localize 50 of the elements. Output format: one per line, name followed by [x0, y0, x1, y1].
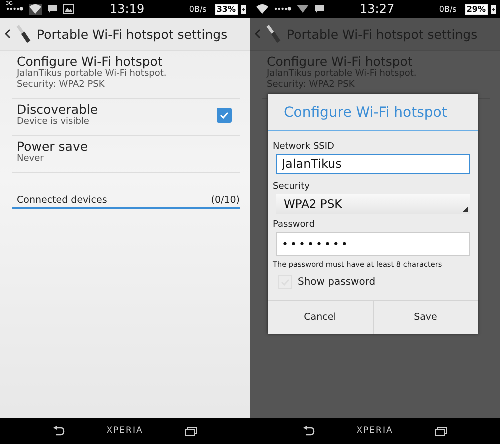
clock: 13:27 [360, 2, 395, 16]
checkbox[interactable] [217, 108, 232, 122]
back-icon[interactable] [302, 426, 315, 436]
tool-icon [15, 24, 31, 44]
checkmark-icon [220, 112, 229, 118]
section-label: Connected devices [17, 195, 108, 206]
item-title: Discoverable [17, 102, 100, 117]
battery-level: 33% [214, 4, 238, 14]
back-icon[interactable] [52, 426, 65, 436]
settings-item[interactable]: Discoverable Device is visible [12, 99, 240, 136]
image-icon [63, 4, 74, 14]
brand-logo: XPERIA [356, 426, 394, 436]
field-label: Password [273, 220, 316, 230]
data-speed: 0B/s [439, 4, 457, 14]
chat-icon [314, 4, 325, 14]
item-title: Power save [17, 139, 90, 154]
back-icon[interactable] [5, 29, 11, 39]
charging-icon [241, 4, 246, 14]
dropdown-icon [463, 207, 468, 212]
charging-icon [491, 4, 496, 14]
item-subtitle: Security: WPA2 PSK [17, 80, 106, 91]
device-count: (0/10) [211, 195, 240, 206]
dialog-button[interactable]: Save [372, 301, 478, 334]
item-title: Configure Wi-Fi hotspot [17, 54, 164, 69]
settings-item[interactable]: Power save Never [12, 136, 240, 173]
wifi-icon [29, 4, 42, 14]
battery-level: 29% [464, 4, 488, 14]
data-speed: 0B/s [189, 4, 207, 14]
field-label: Network SSID [273, 142, 336, 152]
field-label: Security [273, 182, 311, 192]
chat-icon [47, 4, 58, 14]
clock: 13:19 [110, 2, 145, 16]
tool-icon [265, 24, 281, 44]
signal-icon [6, 6, 24, 12]
password-field[interactable]: •••••••• [276, 232, 470, 256]
item-subtitle: JalanTikus portable Wi-Fi hotspot. [17, 69, 168, 80]
screen-title: Portable Wi-Fi hotspot settings [37, 26, 228, 42]
item-subtitle: Never [17, 154, 45, 165]
settings-item[interactable]: Configure Wi-Fi hotspot JalanTikus portable Wi-Fi hotspot. Security: WPA2 PSK [12, 51, 240, 99]
brand-logo: XPERIA [106, 426, 144, 436]
dialog-title: Configure Wi-Fi hotspot [268, 94, 478, 131]
dialog-button[interactable]: Cancel [268, 301, 372, 334]
recent-apps-icon[interactable] [185, 426, 198, 436]
signal-icon [297, 5, 309, 13]
security-dropdown[interactable]: WPA2 PSK [276, 194, 470, 214]
checkbox-label: Show password [298, 276, 376, 288]
wifi-icon [256, 4, 269, 14]
signal-icon [274, 6, 292, 12]
recent-apps-icon[interactable] [435, 426, 448, 436]
item-subtitle: Device is visible [17, 117, 90, 128]
